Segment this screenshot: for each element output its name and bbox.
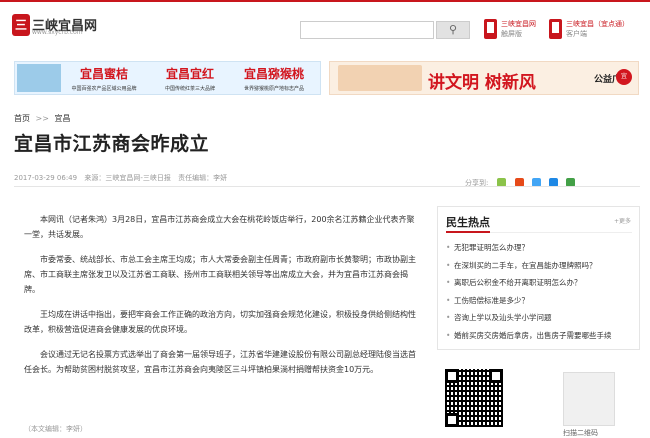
publish-date: 2017-03-29 06:49	[14, 174, 78, 182]
list-item[interactable]: 咨询上学以及汕头学小学问题	[446, 309, 634, 327]
banner-ad-mark: 宜	[616, 69, 632, 85]
logo-url: www.sxycrb.com	[32, 29, 83, 36]
banner-product-title: 宜昌蜜桔	[79, 67, 128, 81]
list-item[interactable]: 工伤赔偿标准是多少？	[446, 292, 634, 310]
search-input[interactable]	[300, 21, 434, 39]
article-paragraph: 王均成在讲话中指出，要把牢商会工作正确的政治方向，切实加强商会规范化建设，积极投…	[24, 310, 416, 334]
mobile-site-link[interactable]: 三峡宜昌网 触屏版	[484, 19, 544, 41]
list-item[interactable]: 离职后公积金不给开离职证明怎么办？	[446, 274, 634, 292]
banner-product-title: 宜昌宜红	[165, 67, 214, 81]
search-button[interactable]: ⚲	[436, 21, 470, 39]
hot-topics-title: 民生热点	[446, 216, 490, 229]
banner-product-sub: 中国百强农产品区域公用品牌	[71, 86, 137, 92]
app-sub: 触屏版	[501, 30, 522, 38]
hot-topics-list: 无犯罪证明怎么办理？ 在深圳买的二手车，在宜昌能办理牌照吗？ 离职后公积金不给开…	[446, 239, 634, 344]
phone-icon	[484, 19, 497, 39]
hot-topics-title-underline	[446, 231, 490, 233]
landscape-image	[17, 64, 61, 92]
qr-caption: 扫描二维码	[563, 429, 598, 437]
more-link[interactable]: +更多	[614, 216, 631, 225]
banner-product-sub: 世界猕猴桃原产地标志产品	[243, 86, 304, 92]
divider	[14, 186, 640, 187]
phone-scan-image	[563, 372, 615, 426]
qr-finder	[489, 369, 503, 383]
search-icon: ⚲	[448, 23, 458, 36]
app-icon	[549, 19, 562, 39]
qr-code	[445, 369, 503, 427]
app-name: 三峡宜昌网	[501, 20, 536, 28]
qr-finder	[445, 413, 459, 427]
site-logo[interactable]: 三 三峡宜昌网 www.sxycrb.com	[12, 14, 97, 36]
logo-mark: 三	[12, 14, 30, 36]
article-footer-note: （本文编辑：李妍）	[24, 425, 87, 433]
article-editor: 责任编辑：李妍	[178, 174, 228, 182]
hot-topics-box: 民生热点 +更多 无犯罪证明怎么办理？ 在深圳买的二手车，在宜昌能办理牌照吗？ …	[437, 206, 640, 350]
list-item[interactable]: 婚前买房交房婚后拿房，出售房子需要哪些手续	[446, 327, 634, 345]
article-meta: 2017-03-29 06:49 来源：三峡宜昌网-三峡日报 责任编辑：李妍	[14, 173, 232, 183]
breadcrumb-separator: >>	[35, 114, 49, 123]
banner-ad-civility[interactable]: 讲文明 树新风 公益广告 宜	[329, 61, 639, 95]
article-paragraph: 本网讯（记者朱鸿）3月28日，宜昌市江苏商会成立大会在桃花岭饭店举行，200余名…	[24, 215, 415, 239]
list-item[interactable]: 无犯罪证明怎么办理？	[446, 239, 634, 257]
breadcrumb-section[interactable]: 宜昌	[55, 114, 71, 123]
banner-product-sub: 中国传统红茶三大品牌	[164, 86, 215, 92]
banner-ad-products[interactable]: 宜昌蜜桔 中国百强农产品区域公用品牌 宜昌宜红 中国传统红茶三大品牌 宜昌猕猴桃…	[14, 61, 321, 95]
article-paragraph: 会议通过无记名投票方式选举出了商会第一届领导班子，江苏省华建建设股份有限公司副总…	[24, 350, 416, 374]
client-app-link[interactable]: 三峡宜昌（宜点通） 客户端	[549, 19, 644, 41]
banner-slogan: 讲文明 树新风	[428, 73, 536, 93]
qr-finder	[445, 369, 459, 383]
list-item[interactable]: 在深圳买的二手车，在宜昌能办理牌照吗？	[446, 257, 634, 275]
search-bar: ⚲	[300, 21, 470, 39]
banner-product: 宜昌宜红 中国传统红茶三大品牌	[149, 65, 231, 92]
breadcrumb-home[interactable]: 首页	[14, 114, 30, 123]
breadcrumb: 首页 >> 宜昌	[14, 113, 74, 124]
share-bar: 分享到:	[465, 172, 578, 187]
page-title: 宜昌市江苏商会昨成立	[14, 133, 210, 155]
banner-product: 宜昌蜜桔 中国百强农产品区域公用品牌	[63, 65, 145, 92]
top-accent-bar	[0, 0, 650, 2]
sidebar: 民生热点 +更多 无犯罪证明怎么办理？ 在深圳买的二手车，在宜昌能办理牌照吗？ …	[437, 206, 640, 437]
app-name: 三峡宜昌（宜点通）	[566, 20, 629, 28]
article-body: 本网讯（记者朱鸿）3月28日，宜昌市江苏商会成立大会在桃花岭饭店举行，200余名…	[24, 212, 420, 387]
banner-product: 宜昌猕猴桃 世界猕猴桃原产地标志产品	[233, 65, 315, 92]
illustration-image	[338, 65, 422, 91]
app-sub: 客户端	[566, 30, 587, 38]
banner-product-title: 宜昌猕猴桃	[243, 67, 304, 81]
article-paragraph: 市委常委、统战部长、市总工会主席王均成；市人大常委会副主任周青；市政府副市长黄黎…	[24, 255, 416, 294]
article-source: 来源：三峡宜昌网-三峡日报	[84, 174, 171, 182]
